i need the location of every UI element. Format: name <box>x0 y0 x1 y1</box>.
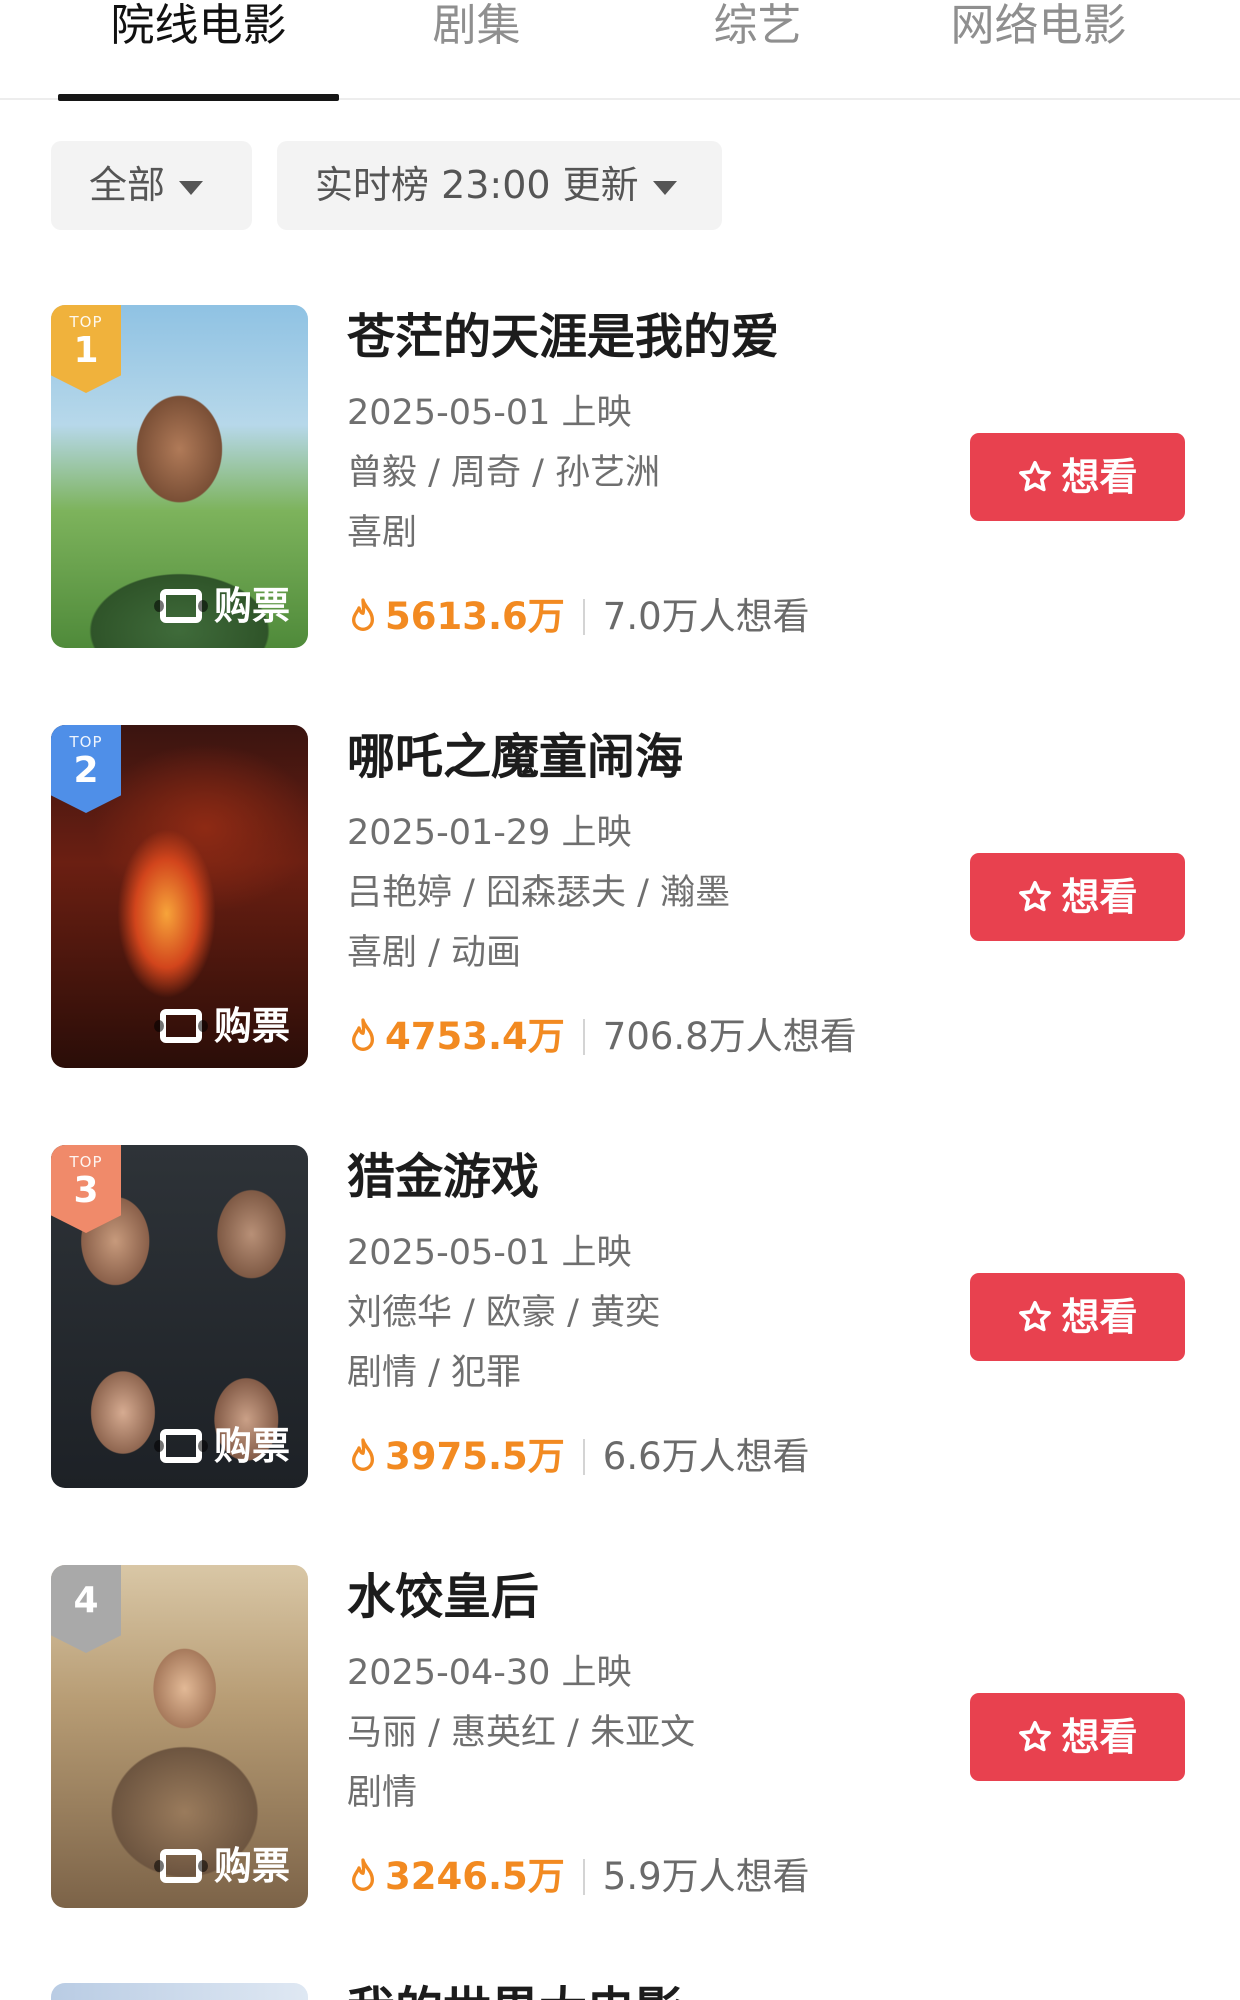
want-to-watch-button[interactable]: 想看 <box>970 853 1185 941</box>
buy-ticket-button[interactable]: 购票 <box>153 1422 290 1470</box>
want-to-watch-button[interactable]: 想看 <box>970 1693 1185 1781</box>
release-date: 2025-01-29 上映 <box>347 813 632 853</box>
ticket-icon <box>153 1009 208 1043</box>
star-icon <box>1019 1720 1052 1752</box>
divider <box>582 1019 585 1055</box>
genre: 剧情 / 犯罪 <box>347 1353 522 1393</box>
heat-stats: 3975.5万 6.6万人想看 <box>347 1435 810 1479</box>
movie-row: TOP 1 购票 苍茫的天涯是我的爱 2025-05-01 上映 曾毅 / 周奇… <box>0 305 1240 650</box>
genre: 喜剧 / 动画 <box>347 933 522 973</box>
ranking-filter-label: 实时榜 23:00 更新 <box>315 163 639 207</box>
flame-icon <box>352 1018 374 1051</box>
category-filter-dropdown[interactable]: 全部 <box>51 141 252 230</box>
category-tabs: 院线电影 剧集 综艺 网络电影 <box>0 0 1240 101</box>
heat-value: 3975.5万 <box>385 1435 565 1478</box>
heat-value: 3246.5万 <box>385 1855 565 1898</box>
rank-badge: TOP 2 <box>51 725 121 813</box>
active-tab-indicator <box>58 94 339 101</box>
want-count: 706.8万人想看 <box>602 1015 857 1058</box>
movie-title-partial[interactable]: 我的世界大电影 <box>347 1982 683 2000</box>
tab-cinema-movies[interactable]: 院线电影 <box>58 0 339 100</box>
flame-icon <box>352 1858 374 1891</box>
star-icon <box>1019 1300 1052 1332</box>
movie-title[interactable]: 苍茫的天涯是我的爱 <box>347 309 779 365</box>
tab-variety[interactable]: 综艺 <box>617 0 898 100</box>
ticket-icon <box>153 1429 208 1463</box>
star-icon <box>1019 880 1052 912</box>
divider <box>582 599 585 635</box>
cast-list: 吕艳婷 / 囧森瑟夫 / 瀚墨 <box>347 873 731 913</box>
tab-series[interactable]: 剧集 <box>336 0 617 100</box>
buy-ticket-button[interactable]: 购票 <box>153 582 290 630</box>
flame-icon <box>352 1438 374 1471</box>
caret-down-icon <box>652 180 677 195</box>
release-date: 2025-05-01 上映 <box>347 1233 632 1273</box>
movie-poster[interactable]: TOP 3 购票 <box>51 1145 308 1488</box>
genre: 剧情 <box>347 1773 418 1813</box>
tab-online-movies[interactable]: 网络电影 <box>898 0 1179 100</box>
rank-badge: TOP 3 <box>51 1145 121 1233</box>
buy-ticket-button[interactable]: 购票 <box>153 1842 290 1890</box>
heat-value: 5613.6万 <box>385 595 565 638</box>
want-count: 5.9万人想看 <box>602 1855 810 1898</box>
heat-value: 4753.4万 <box>385 1015 565 1058</box>
heat-stats: 5613.6万 7.0万人想看 <box>347 595 810 639</box>
heat-stats: 3246.5万 5.9万人想看 <box>347 1855 810 1899</box>
star-icon <box>1019 460 1052 492</box>
movie-poster[interactable]: TOP 1 购票 <box>51 305 308 648</box>
divider <box>582 1439 585 1475</box>
movie-title[interactable]: 水饺皇后 <box>347 1569 539 1625</box>
ranking-filter-dropdown[interactable]: 实时榜 23:00 更新 <box>277 141 722 230</box>
flame-icon <box>352 598 374 631</box>
movie-row: 4 购票 水饺皇后 2025-04-30 上映 马丽 / 惠英红 / 朱亚文 剧… <box>0 1565 1240 1910</box>
want-to-watch-button[interactable]: 想看 <box>970 433 1185 521</box>
release-date: 2025-05-01 上映 <box>347 393 632 433</box>
movie-poster[interactable]: TOP 2 购票 <box>51 725 308 1068</box>
rank-badge: TOP 1 <box>51 305 121 393</box>
genre: 喜剧 <box>347 513 418 553</box>
movie-row: TOP 2 购票 哪吒之魔童闹海 2025-01-29 上映 吕艳婷 / 囧森瑟… <box>0 725 1240 1070</box>
release-date: 2025-04-30 上映 <box>347 1653 632 1693</box>
want-to-watch-button[interactable]: 想看 <box>970 1273 1185 1361</box>
movie-title[interactable]: 哪吒之魔童闹海 <box>347 729 683 785</box>
movie-poster-partial[interactable] <box>51 1983 308 2000</box>
category-filter-label: 全部 <box>89 163 166 207</box>
movie-poster[interactable]: 4 购票 <box>51 1565 308 1908</box>
buy-ticket-button[interactable]: 购票 <box>153 1002 290 1050</box>
movie-title[interactable]: 猎金游戏 <box>347 1149 539 1205</box>
movie-row: TOP 3 购票 猎金游戏 2025-05-01 上映 刘德华 / 欧豪 / 黄… <box>0 1145 1240 1490</box>
heat-stats: 4753.4万 706.8万人想看 <box>347 1015 857 1059</box>
want-count: 7.0万人想看 <box>602 595 810 638</box>
rank-badge: 4 <box>51 1565 121 1653</box>
cast-list: 刘德华 / 欧豪 / 黄奕 <box>347 1293 661 1333</box>
cast-list: 马丽 / 惠英红 / 朱亚文 <box>347 1713 696 1753</box>
ticket-icon <box>153 589 208 623</box>
ticket-icon <box>153 1849 208 1883</box>
want-count: 6.6万人想看 <box>602 1435 810 1478</box>
divider <box>582 1859 585 1895</box>
cast-list: 曾毅 / 周奇 / 孙艺洲 <box>347 453 661 493</box>
caret-down-icon <box>179 180 204 195</box>
